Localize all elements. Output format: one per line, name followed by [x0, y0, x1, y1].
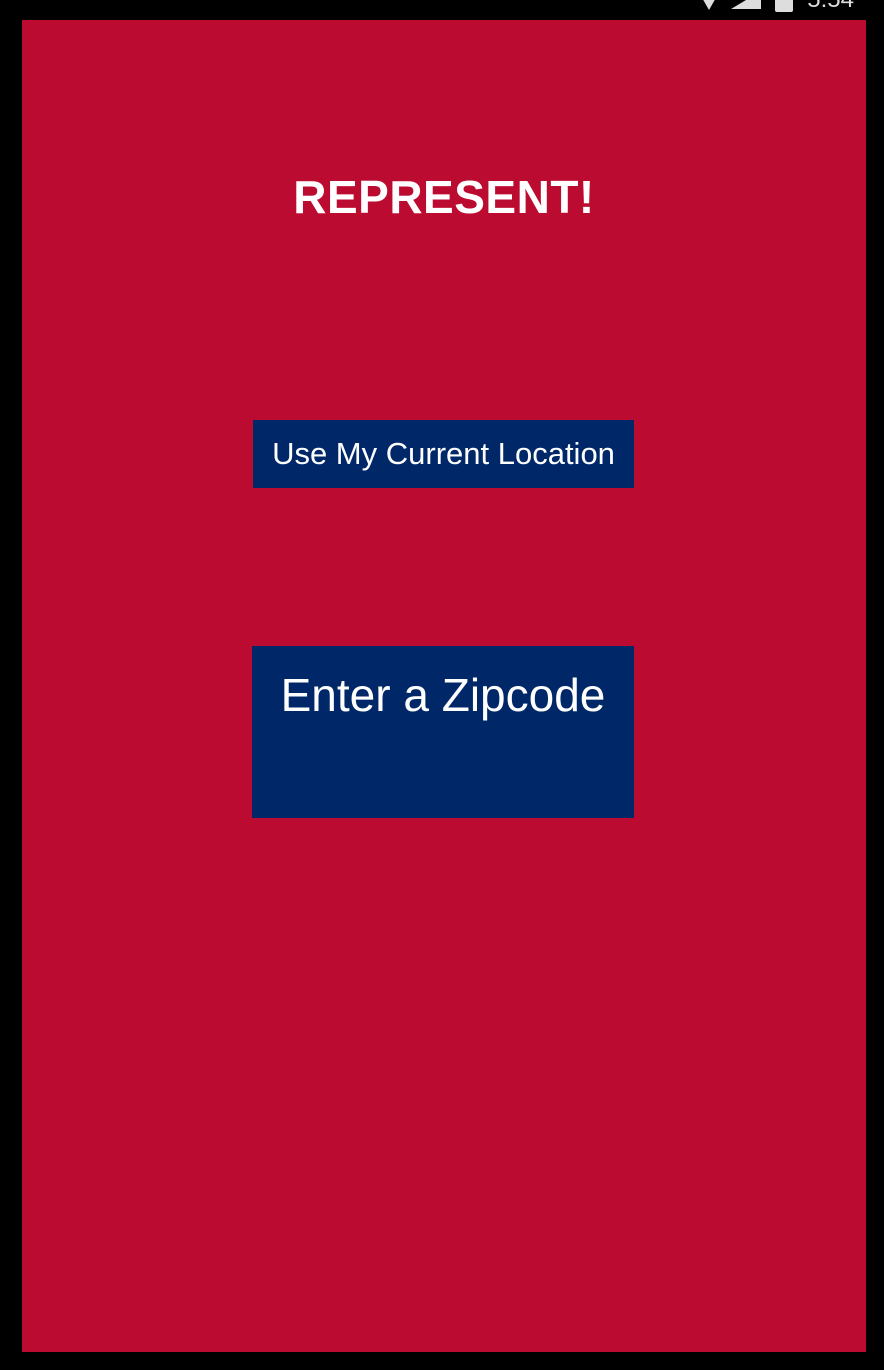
- use-current-location-button[interactable]: Use My Current Location: [253, 420, 634, 488]
- device-frame: 5:54 REPRESENT! Use My Current Location …: [0, 0, 884, 1370]
- status-bar: 5:54: [0, 0, 884, 20]
- app-title: REPRESENT!: [293, 171, 595, 223]
- status-time: 5:54: [807, 0, 854, 12]
- battery-icon: [775, 0, 794, 12]
- wifi-icon: [701, 0, 718, 10]
- status-icons: 5:54: [701, 0, 854, 12]
- zipcode-input[interactable]: Enter a Zipcode: [252, 646, 634, 818]
- app-screen: REPRESENT! Use My Current Location Enter…: [22, 20, 866, 1352]
- signal-icon: [731, 0, 762, 9]
